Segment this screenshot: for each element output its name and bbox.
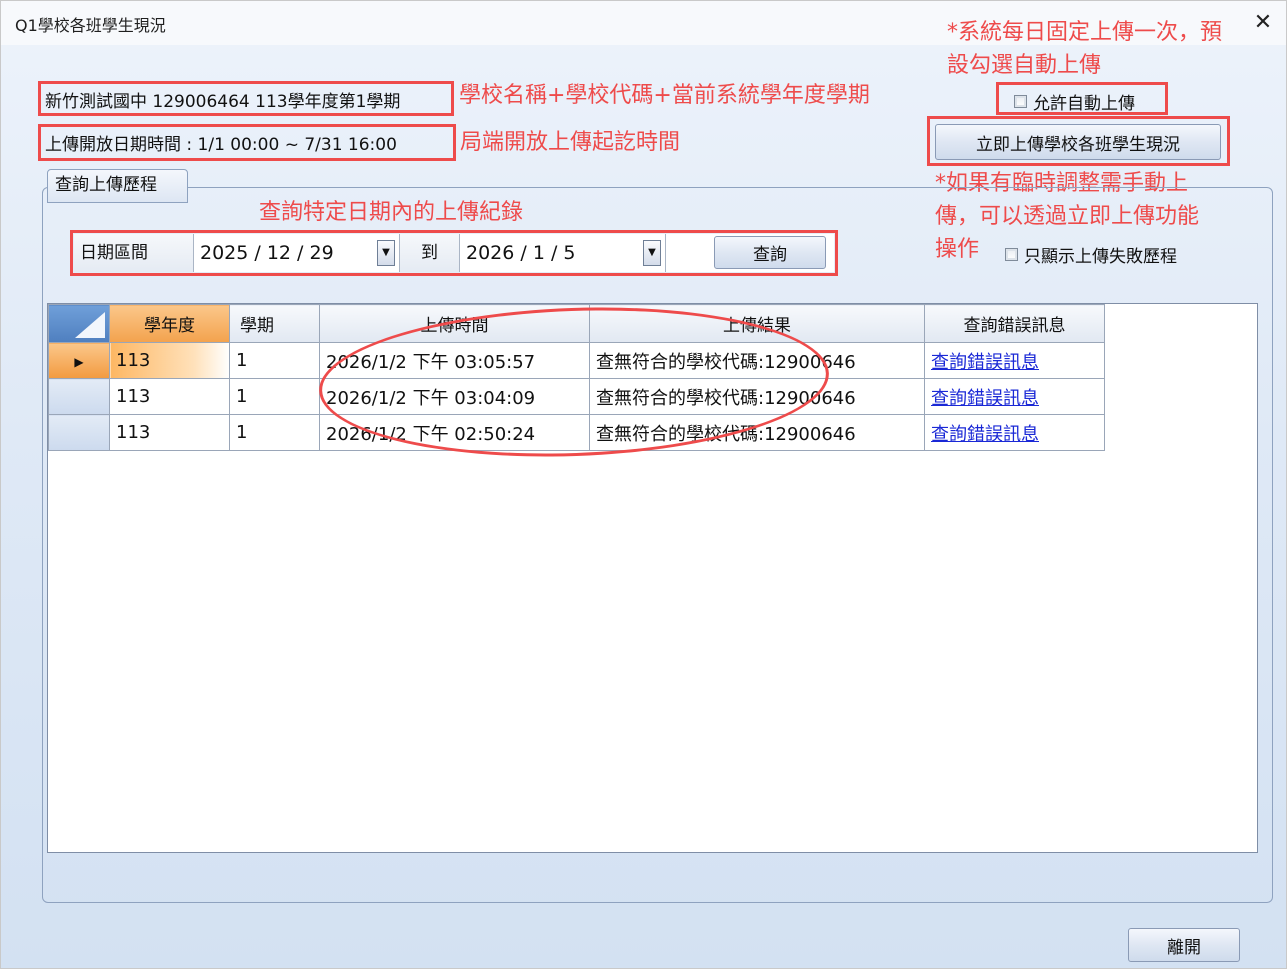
cell-semester[interactable]: 1 xyxy=(229,414,320,451)
cell-upload-result[interactable]: 查無符合的學校代碼:12900646 xyxy=(589,342,925,379)
dropdown-arrow-icon[interactable]: ▼ xyxy=(377,240,395,266)
cell-upload-time[interactable]: 2026/1/2 下午 03:05:57 xyxy=(319,342,590,379)
current-row-arrow-icon: ▶ xyxy=(74,355,84,369)
column-header-semester[interactable]: 學期 xyxy=(229,304,320,343)
cell-upload-time[interactable]: 2026/1/2 下午 03:04:09 xyxy=(319,378,590,415)
row-header[interactable] xyxy=(48,414,110,451)
checkbox-icon[interactable] xyxy=(1005,248,1018,261)
app-window: Q1學校各班學生現況 ✕ 新竹測試國中 129006464 113學年度第1學期… xyxy=(0,0,1287,969)
cell-year[interactable]: 113 xyxy=(109,342,230,379)
date-range-label: 日期區間 xyxy=(74,234,194,272)
annotation-upload-period: 局端開放上傳起訖時間 xyxy=(460,130,681,155)
dropdown-arrow-icon[interactable]: ▼ xyxy=(643,240,661,266)
corner-triangle-icon xyxy=(75,312,105,338)
column-header-error-info[interactable]: 查詢錯誤訊息 xyxy=(924,304,1105,343)
cell-upload-time[interactable]: 2026/1/2 下午 02:50:24 xyxy=(319,414,590,451)
error-info-link[interactable]: 查詢錯誤訊息 xyxy=(924,414,1105,451)
annotation-auto-upload-2: 設勾選自動上傳 xyxy=(947,53,1102,78)
column-header-upload-result[interactable]: 上傳結果 xyxy=(589,304,925,343)
error-info-link[interactable]: 查詢錯誤訊息 xyxy=(924,378,1105,415)
upload-now-button[interactable]: 立即上傳學校各班學生現況 xyxy=(935,124,1221,160)
upload-history-table: 學年度 學期 上傳時間 上傳結果 查詢錯誤訊息 ▶ 113 1 2026/1/2… xyxy=(47,303,1258,853)
cell-semester[interactable]: 1 xyxy=(229,378,320,415)
auto-upload-checkbox[interactable]: 允許自動上傳 xyxy=(1014,89,1135,114)
annotation-auto-upload-1: *系統每日固定上傳一次，預 xyxy=(947,20,1223,45)
row-header-selected[interactable]: ▶ xyxy=(48,342,110,379)
column-header-year[interactable]: 學年度 xyxy=(109,304,230,343)
failed-only-label: 只顯示上傳失敗歷程 xyxy=(1024,247,1177,267)
history-group-title: 查詢上傳歷程 xyxy=(47,169,188,203)
cell-upload-result[interactable]: 查無符合的學校代碼:12900646 xyxy=(589,378,925,415)
annotation-school-info: 學校名稱+學校代碼+當前系統學年度學期 xyxy=(459,83,870,108)
table-header-row: 學年度 學期 上傳時間 上傳結果 查詢錯誤訊息 xyxy=(48,304,1105,343)
query-button[interactable]: 查詢 xyxy=(714,236,826,269)
cell-upload-result[interactable]: 查無符合的學校代碼:12900646 xyxy=(589,414,925,451)
to-label: 到 xyxy=(400,234,460,272)
from-date-picker[interactable]: 2025 / 12 / 29 ▼ xyxy=(194,234,400,272)
window-title: Q1學校各班學生現況 xyxy=(15,16,166,35)
row-header[interactable] xyxy=(48,378,110,415)
error-info-link[interactable]: 查詢錯誤訊息 xyxy=(924,342,1105,379)
school-info-text: 新竹測試國中 129006464 113學年度第1學期 xyxy=(45,92,401,112)
cell-year[interactable]: 113 xyxy=(109,378,230,415)
cell-year[interactable]: 113 xyxy=(109,414,230,451)
to-date-value: 2026 / 1 / 5 xyxy=(466,242,576,264)
upload-period-text: 上傳開放日期時間 : 1/1 00:00 ~ 7/31 16:00 xyxy=(45,135,397,155)
checkbox-icon[interactable] xyxy=(1014,95,1027,108)
annotation-query-range: 查詢特定日期內的上傳紀錄 xyxy=(259,200,524,225)
failed-only-checkbox[interactable]: 只顯示上傳失敗歷程 xyxy=(1005,242,1177,267)
from-date-value: 2025 / 12 / 29 xyxy=(200,242,334,264)
cell-semester[interactable]: 1 xyxy=(229,342,320,379)
auto-upload-label: 允許自動上傳 xyxy=(1033,94,1135,114)
table-row[interactable]: 113 1 2026/1/2 下午 02:50:24 查無符合的學校代碼:129… xyxy=(48,414,1105,451)
table-row[interactable]: 113 1 2026/1/2 下午 03:04:09 查無符合的學校代碼:129… xyxy=(48,378,1105,415)
select-all-corner[interactable] xyxy=(48,304,110,343)
to-date-picker[interactable]: 2026 / 1 / 5 ▼ xyxy=(460,234,666,272)
leave-button[interactable]: 離開 xyxy=(1128,928,1240,962)
close-icon[interactable]: ✕ xyxy=(1241,3,1285,43)
date-range-bar: 日期區間 2025 / 12 / 29 ▼ 到 2026 / 1 / 5 ▼ 查… xyxy=(74,234,834,272)
table-row[interactable]: ▶ 113 1 2026/1/2 下午 03:05:57 查無符合的學校代碼:1… xyxy=(48,342,1105,379)
column-header-upload-time[interactable]: 上傳時間 xyxy=(319,304,590,343)
